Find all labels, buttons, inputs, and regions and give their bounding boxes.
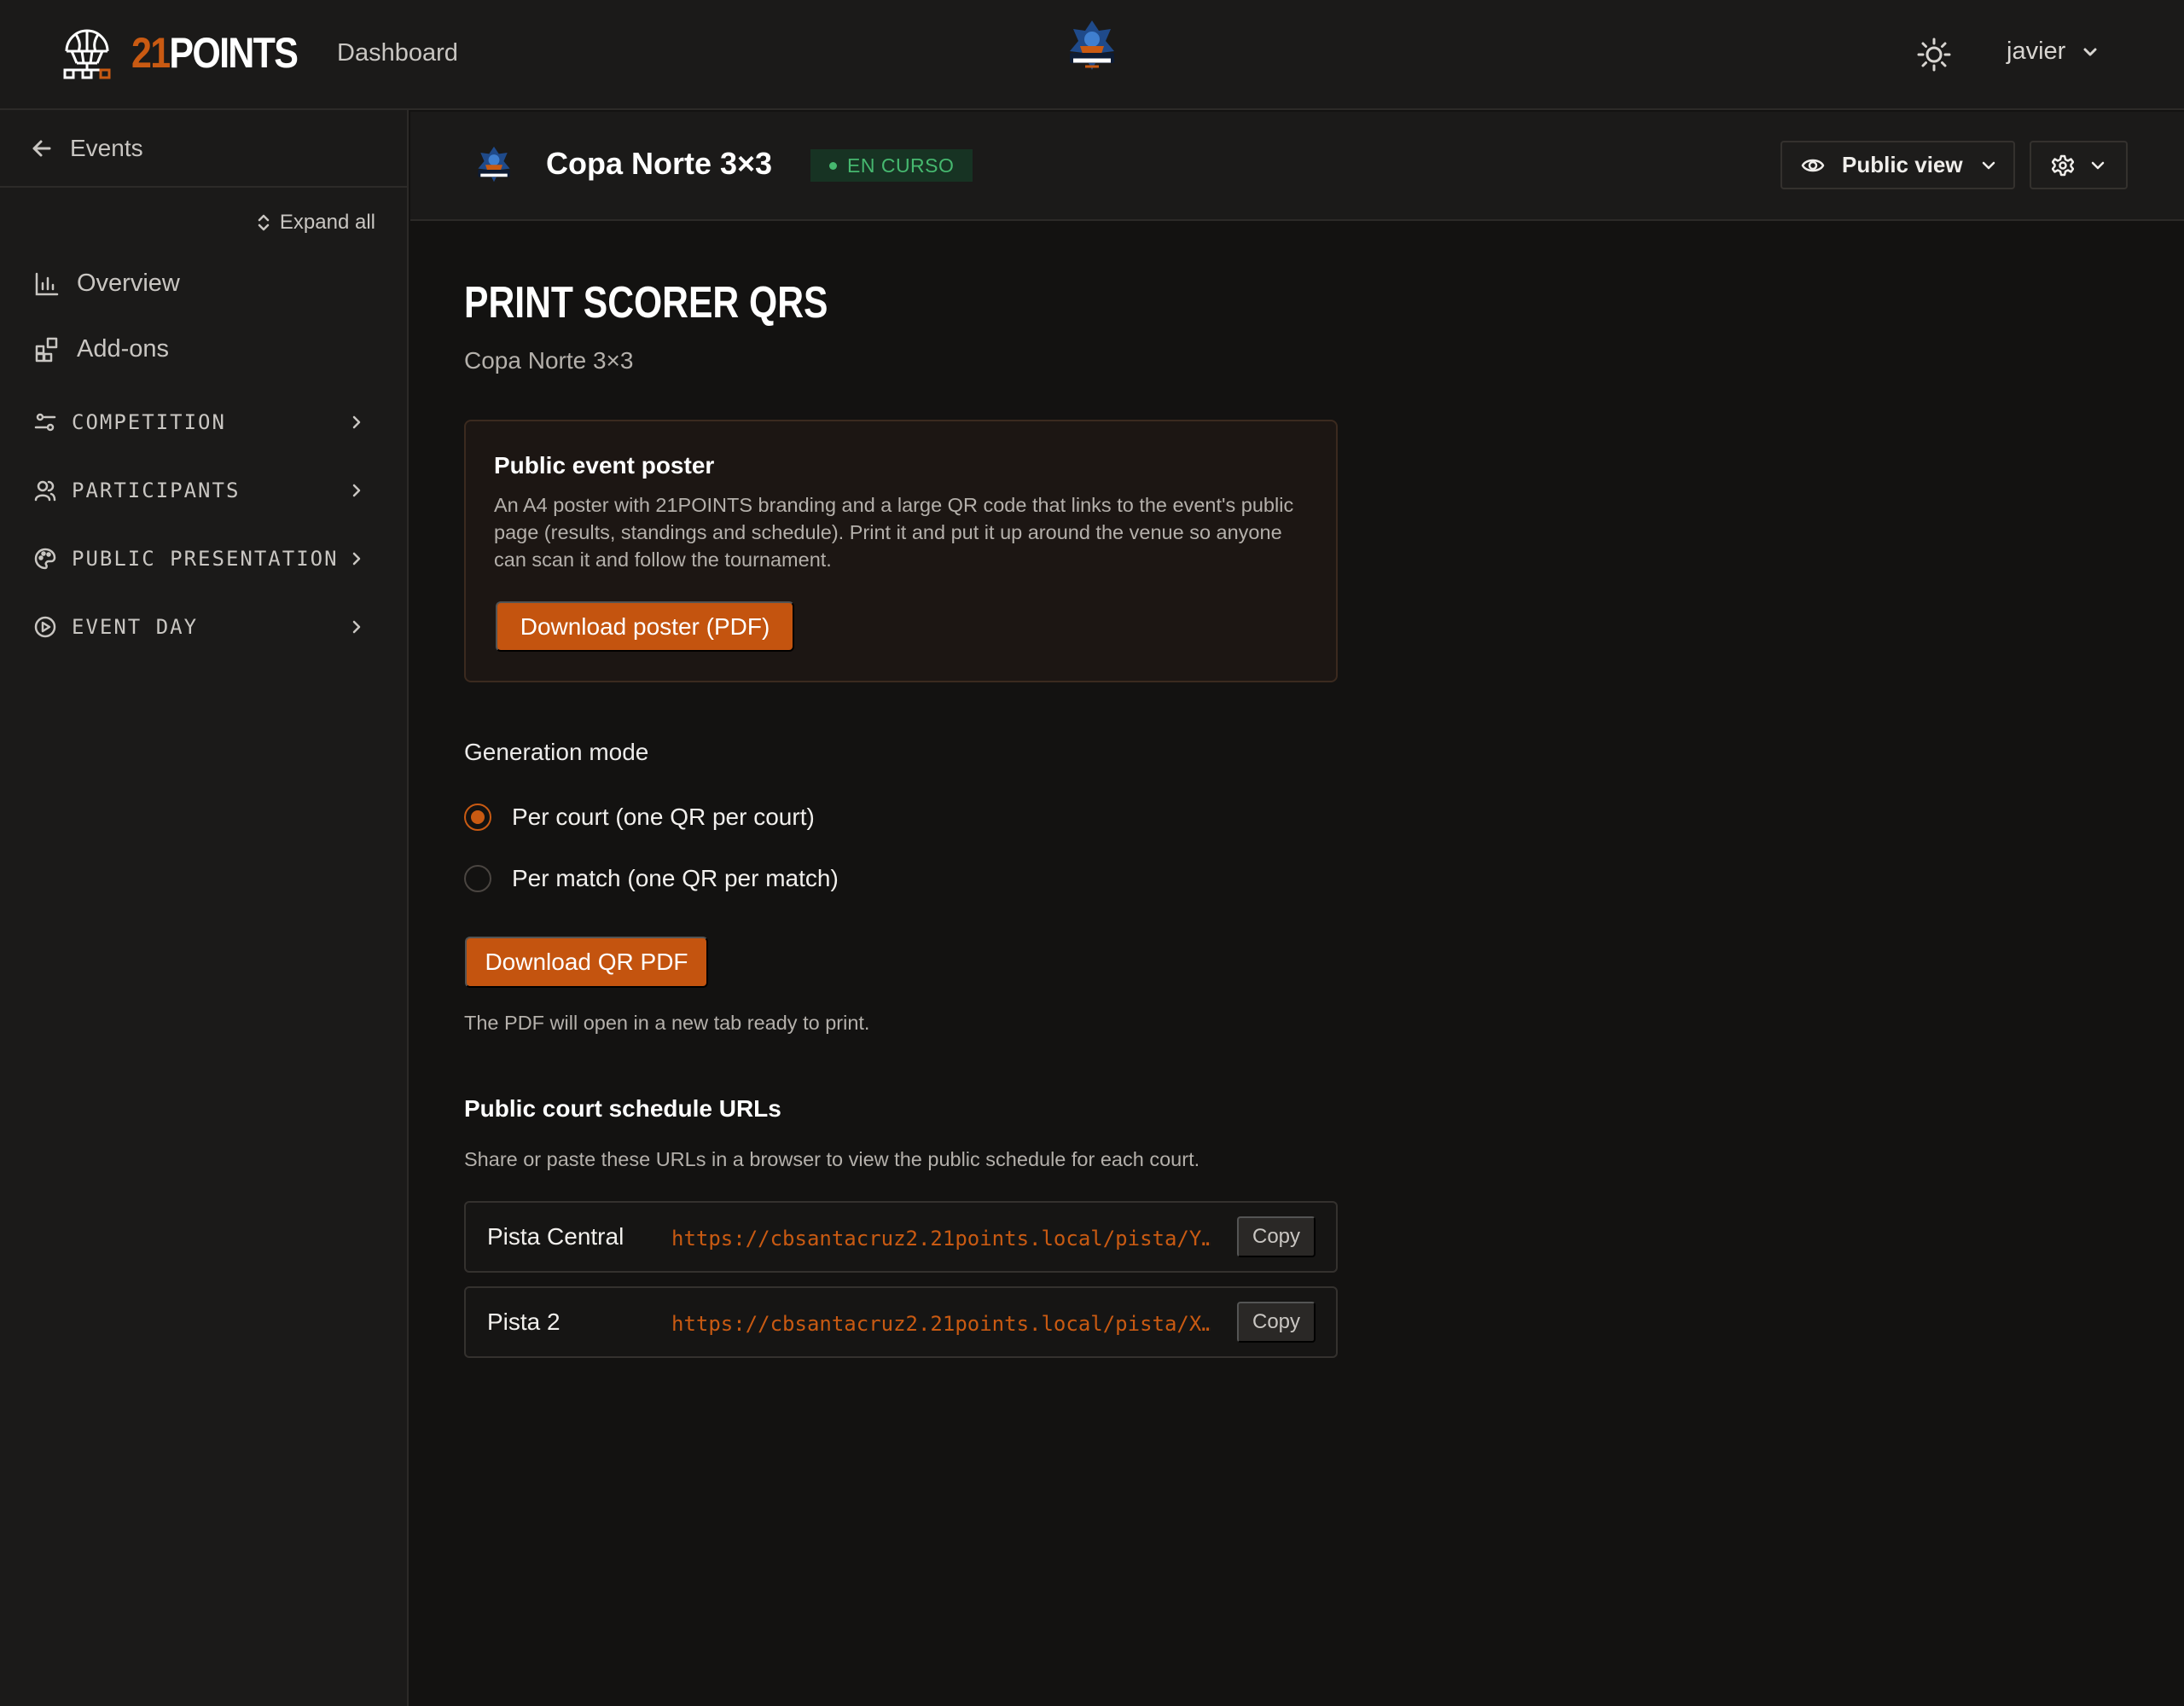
play-circle-icon (34, 616, 56, 638)
poster-card: Public event poster An A4 poster with 21… (464, 420, 1338, 682)
users-icon (34, 480, 56, 502)
chevron-right-icon (352, 552, 361, 566)
eye-icon (1801, 159, 1825, 171)
section-label: COMPETITION (72, 410, 226, 434)
sidebar-item-overview[interactable]: Overview (34, 270, 180, 298)
radio-label: Per match (one QR per match) (512, 865, 839, 891)
grid-plus-icon (35, 337, 58, 362)
top-bar: 21POINTS Dashboard javier (0, 0, 2184, 110)
radio-button[interactable] (464, 865, 491, 892)
chevron-down-icon (1982, 161, 1995, 169)
sun-icon (1917, 38, 1951, 72)
sidebar-item-label: Add-ons (77, 335, 170, 363)
status-dot (829, 161, 837, 170)
nav-dashboard-link[interactable]: Dashboard (337, 39, 458, 67)
sliders-icon (34, 413, 56, 432)
chevron-right-icon (352, 484, 361, 497)
sidebar-section-participants[interactable]: PARTICIPANTS (34, 479, 375, 502)
download-poster-button[interactable]: Download poster (PDF) (496, 601, 794, 652)
back-to-events-link[interactable]: Events (0, 110, 407, 188)
court-url[interactable]: https://cbsantacruz2.21points.local/pist… (671, 1227, 1211, 1250)
brand-wordmark: 21POINTS (131, 29, 299, 77)
radio-per-court[interactable]: Per court (one QR per court) (464, 804, 815, 831)
chevrons-up-down-icon (258, 214, 270, 231)
pdf-note: The PDF will open in a new tab ready to … (464, 1012, 870, 1034)
url-row: Pista 2 https://cbsantacruz2.21points.lo… (464, 1286, 1338, 1358)
chevron-down-icon (2083, 48, 2097, 55)
poster-title: Public event poster (494, 452, 715, 479)
download-qr-pdf-button[interactable]: Download QR PDF (465, 937, 708, 988)
public-view-label: Public view (1842, 152, 1963, 177)
club-logo (1070, 20, 1114, 70)
urls-section-description: Share or paste these URLs in a browser t… (464, 1148, 1200, 1170)
bar-chart-icon (35, 272, 59, 295)
sidebar-item-add-ons[interactable]: Add-ons (34, 335, 169, 363)
palette-icon (34, 548, 56, 570)
brand-logo[interactable]: 21POINTS (60, 26, 324, 80)
urls-section-title: Public court schedule URLs (464, 1095, 781, 1122)
copy-url-button[interactable]: Copy (1237, 1216, 1316, 1257)
poster-description: An A4 poster with 21POINTS branding and … (494, 494, 1294, 571)
court-name: Pista 2 (487, 1309, 561, 1335)
court-name: Pista Central (487, 1223, 624, 1250)
public-view-button[interactable]: Public view (1780, 141, 2015, 189)
event-header: Copa Norte 3×3 EN CURSO Public view (410, 112, 2184, 221)
section-label: PUBLIC PRESENTATION (72, 547, 339, 571)
page-title: PRINT SCORER QRS (464, 278, 828, 328)
section-label: EVENT DAY (72, 615, 199, 639)
status-badge: EN CURSO (810, 149, 973, 182)
chevron-right-icon (352, 620, 361, 634)
url-row: Pista Central https://cbsantacruz2.21poi… (464, 1201, 1338, 1273)
sidebar: Events Expand all Overview Add-ons COMPE… (0, 110, 409, 1706)
status-text: EN CURSO (847, 154, 955, 177)
court-url[interactable]: https://cbsantacruz2.21points.local/pist… (671, 1312, 1211, 1336)
sidebar-section-competition[interactable]: COMPETITION (34, 410, 375, 434)
sidebar-item-label: Overview (77, 270, 180, 297)
radio-button-checked[interactable] (464, 804, 491, 831)
gear-icon (2051, 154, 2074, 176)
expand-all-button[interactable]: Expand all (256, 211, 375, 235)
page-subtitle: Copa Norte 3×3 (464, 347, 634, 374)
expand-all-label: Expand all (279, 211, 375, 234)
theme-toggle-button[interactable] (1916, 37, 1952, 73)
radio-label: Per court (one QR per court) (512, 804, 815, 830)
user-menu[interactable]: javier (2007, 38, 2100, 66)
back-label: Events (70, 134, 143, 161)
event-title: Copa Norte 3×3 (546, 146, 773, 181)
event-club-logo (478, 146, 510, 183)
sidebar-section-public-presentation[interactable]: PUBLIC PRESENTATION (34, 547, 375, 571)
sidebar-section-event-day[interactable]: EVENT DAY (34, 615, 375, 639)
radio-per-match[interactable]: Per match (one QR per match) (464, 865, 839, 892)
chevron-down-icon (2091, 161, 2104, 169)
event-settings-button[interactable] (2030, 141, 2128, 189)
section-label: PARTICIPANTS (72, 479, 241, 502)
generation-mode-label: Generation mode (464, 739, 649, 765)
basketball-hoop-icon (63, 29, 111, 79)
copy-url-button[interactable]: Copy (1237, 1302, 1316, 1343)
user-name: javier (2007, 38, 2066, 65)
chevron-right-icon (352, 415, 361, 429)
arrow-left-icon (32, 140, 51, 156)
